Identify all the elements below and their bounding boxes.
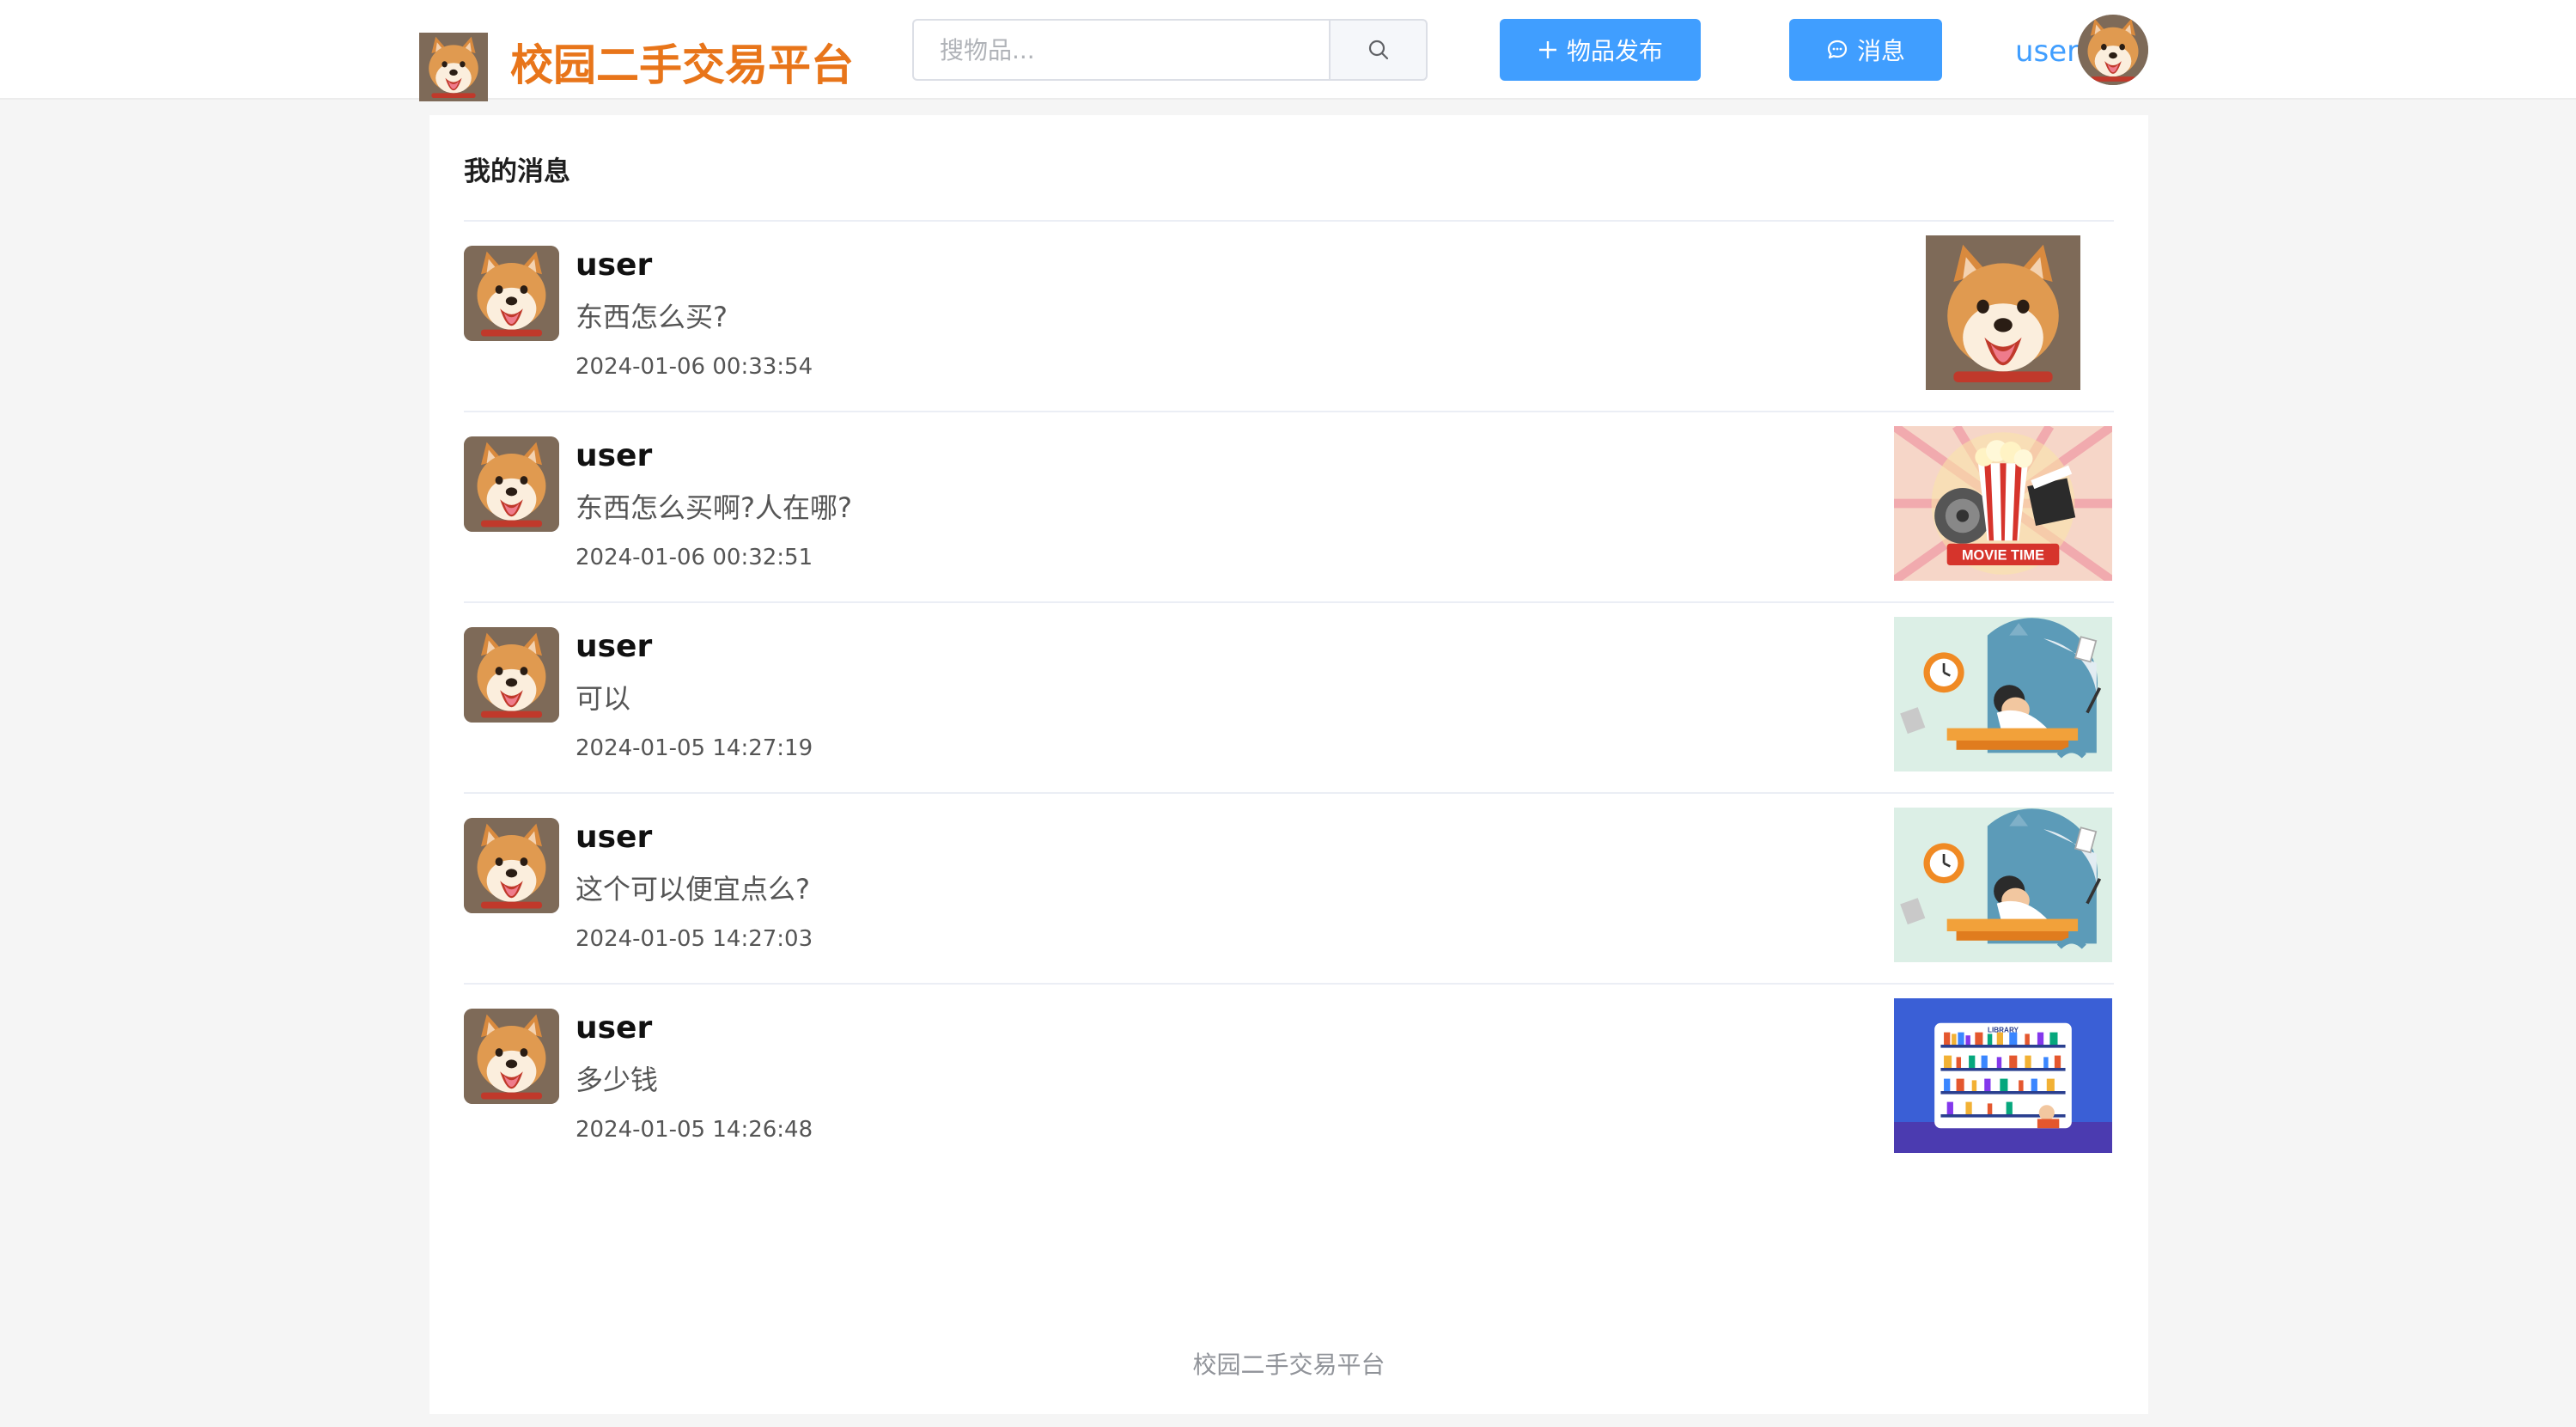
- message-text: 东西怎么买?: [575, 301, 728, 333]
- message-item[interactable]: user 多少钱 2024-01-05 14:26:48 LIBRARY: [464, 983, 2114, 1174]
- search-input[interactable]: [914, 21, 1330, 79]
- movie-time-caption: MOVIE TIME: [1962, 548, 2044, 564]
- item-thumbnail[interactable]: [1894, 808, 2112, 962]
- item-thumbnail[interactable]: [1894, 617, 2112, 771]
- sender-avatar[interactable]: [464, 627, 559, 723]
- sender-name: user: [575, 438, 653, 473]
- message-timestamp: 2024-01-05 14:27:19: [575, 735, 813, 761]
- message-text: 这个可以便宜点么?: [575, 873, 810, 906]
- message-item[interactable]: user 东西怎么买? 2024-01-06 00:33:54: [464, 220, 2114, 411]
- message-timestamp: 2024-01-05 14:26:48: [575, 1117, 813, 1143]
- site-logo[interactable]: [419, 33, 488, 101]
- sender-name: user: [575, 1010, 653, 1046]
- sender-name: user: [575, 629, 653, 664]
- sender-name: user: [575, 820, 653, 855]
- footer-text: 校园二手交易平台: [1192, 1351, 1385, 1379]
- chat-bubble-icon: [1826, 39, 1848, 61]
- message-timestamp: 2024-01-06 00:33:54: [575, 354, 813, 380]
- message-text: 可以: [575, 682, 631, 715]
- messages-button-label: 消息: [1856, 37, 1905, 65]
- publish-item-button[interactable]: 物品发布: [1500, 19, 1701, 81]
- message-item[interactable]: user 可以 2024-01-05 14:27:19: [464, 601, 2114, 792]
- sender-avatar[interactable]: [464, 246, 559, 341]
- message-text: 东西怎么买啊?人在哪?: [575, 491, 852, 524]
- message-timestamp: 2024-01-05 14:27:03: [575, 926, 813, 952]
- message-item[interactable]: user 东西怎么买啊?人在哪? 2024-01-06 00:32:51 MOV…: [464, 411, 2114, 601]
- top-navbar: 校园二手交易平台 物品发布 消息: [0, 0, 2576, 100]
- current-username[interactable]: user: [2015, 31, 2079, 72]
- site-title[interactable]: 校园二手交易平台: [510, 38, 854, 93]
- item-thumbnail[interactable]: [1894, 235, 2112, 390]
- messages-panel: 我的消息 user 东西怎么买? 2024-01-06 00:33:54 use…: [429, 115, 2148, 1414]
- sender-avatar[interactable]: [464, 436, 559, 532]
- plus-icon: [1538, 40, 1558, 60]
- item-thumbnail[interactable]: MOVIE TIME: [1894, 426, 2112, 581]
- search-icon: [1367, 39, 1390, 61]
- search-button[interactable]: [1329, 19, 1428, 81]
- user-avatar[interactable]: [2078, 15, 2148, 85]
- publish-button-label: 物品发布: [1566, 37, 1663, 65]
- search-box: [912, 19, 1330, 81]
- item-thumbnail[interactable]: LIBRARY: [1894, 998, 2112, 1153]
- sender-name: user: [575, 247, 653, 283]
- library-caption: LIBRARY: [1988, 1027, 2019, 1034]
- message-list: user 东西怎么买? 2024-01-06 00:33:54 user 东西怎…: [464, 220, 2114, 1174]
- page-title: 我的消息: [464, 156, 570, 187]
- sender-avatar[interactable]: [464, 1009, 559, 1104]
- message-item[interactable]: user 这个可以便宜点么? 2024-01-05 14:27:03: [464, 792, 2114, 983]
- messages-button[interactable]: 消息: [1789, 19, 1942, 81]
- message-timestamp: 2024-01-06 00:32:51: [575, 545, 813, 570]
- message-text: 多少钱: [575, 1064, 659, 1096]
- sender-avatar[interactable]: [464, 818, 559, 913]
